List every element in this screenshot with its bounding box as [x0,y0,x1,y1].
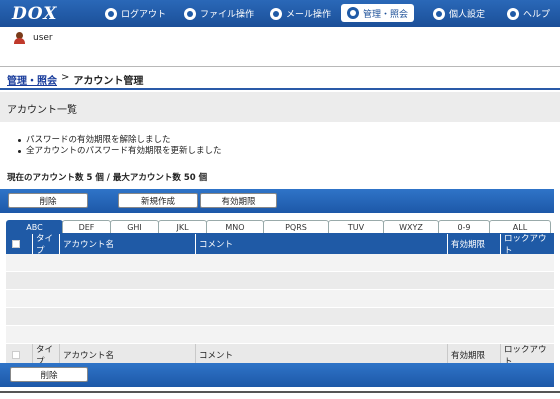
user-avatar-icon [14,32,25,44]
user-info: user [14,32,53,44]
tab-ghi[interactable]: GHI [110,220,159,233]
breadcrumb-current: アカウント管理 [73,76,144,87]
nav-file-label: ファイル操作 [200,10,255,20]
nav-mail-label: メール操作 [286,10,332,20]
col-account-name: アカウント名 [60,234,196,254]
delete-button[interactable]: 削除 [8,193,88,208]
create-button[interactable]: 新規作成 [118,193,198,208]
nav-personal-settings[interactable]: 個人設定 [433,0,485,27]
logout-icon [105,7,117,20]
select-all-checkbox[interactable] [12,240,20,248]
tab-0-9[interactable]: 0-9 [438,220,490,233]
nav-file-operations[interactable]: ファイル操作 [184,0,254,27]
user-name: user [33,33,53,43]
col-type: タイプ [33,234,60,256]
message-list: パスワードの有効期限を解除しました 全アカウントのパスワード有効期限を更新しまし… [18,135,222,157]
breadcrumb-separator: > [61,72,70,83]
help-icon [507,7,519,20]
admin-icon [347,7,359,19]
tab-wxyz[interactable]: WXYZ [383,220,439,233]
col-lockout: ロックアウト [504,234,547,256]
top-navigation-bar: DOX ログアウト ファイル操作 メール操作 管理・照会 個人設定 ヘルプ [0,0,560,27]
nav-logout[interactable]: ログアウト [105,0,166,27]
table-row [6,290,554,308]
table-header: タイプ アカウント名 コメント 有効期限 ロックアウト [6,233,554,256]
account-table: タイプ アカウント名 コメント 有効期限 ロックアウト タイプ アカウント名 コ… [6,233,554,367]
select-all-checkbox-cell[interactable] [6,234,33,254]
tab-mno[interactable]: MNO [206,220,264,233]
message-item: 全アカウントのパスワード有効期限を更新しました [18,146,222,157]
table-row [6,254,554,272]
select-all-checkbox-bottom[interactable] [12,351,20,359]
breadcrumb-divider [0,88,560,90]
divider [0,66,560,67]
breadcrumb: 管理・照会 > アカウント管理 [7,72,143,87]
file-icon [184,7,196,20]
tab-def[interactable]: DEF [62,220,111,233]
breadcrumb-link-admin[interactable]: 管理・照会 [7,72,57,87]
app-logo: DOX [12,4,58,24]
tab-pqrs[interactable]: PQRS [263,220,329,233]
user-settings-icon [433,7,445,20]
message-item: パスワードの有効期限を解除しました [18,135,222,146]
nav-admin[interactable]: 管理・照会 [341,4,415,22]
account-count: 現在のアカウント数 5 個 / 最大アカウント数 50 個 [7,173,208,183]
table-row [6,272,554,290]
nav-admin-label: 管理・照会 [363,9,409,20]
bottom-toolbar: 削除 [0,363,554,387]
mail-icon [270,7,282,20]
footer-divider [0,391,560,393]
table-row [6,326,554,344]
page-title: アカウント一覧 [0,92,560,122]
nav-settings-label: 個人設定 [449,10,486,20]
nav-help[interactable]: ヘルプ [507,0,550,27]
nav-logout-label: ログアウト [121,10,167,20]
nav-mail-operations[interactable]: メール操作 [270,0,331,27]
index-tabs: ABC DEF GHI JKL MNO PQRS TUV WXYZ 0-9 AL… [6,220,554,233]
nav-help-label: ヘルプ [523,10,551,20]
top-toolbar: 削除 新規作成 有効期限 [0,189,554,213]
delete-button-bottom[interactable]: 削除 [10,367,88,382]
tab-tuv[interactable]: TUV [328,220,384,233]
col-expiry: 有効期限 [448,234,501,254]
expire-button[interactable]: 有効期限 [200,193,277,208]
col-comment: コメント [196,234,448,254]
table-row [6,308,554,326]
tab-jkl[interactable]: JKL [158,220,207,233]
